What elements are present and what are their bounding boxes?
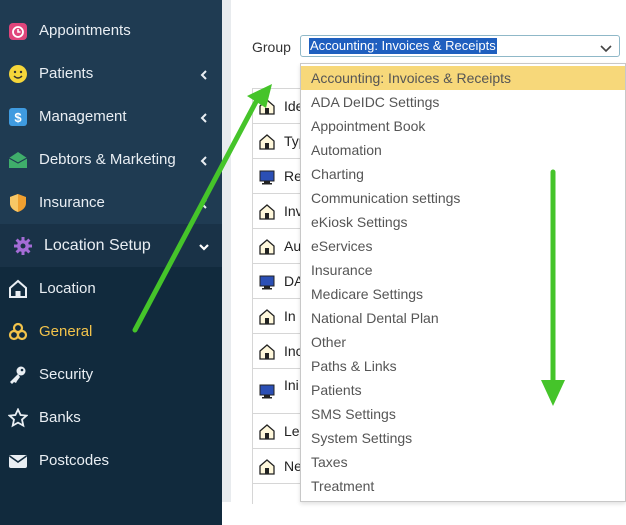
key-icon xyxy=(8,365,28,385)
dropdown-option[interactable]: eServices xyxy=(301,234,625,258)
svg-text:$: $ xyxy=(14,110,22,125)
smiley-icon xyxy=(8,64,28,84)
nav-more-partial[interactable] xyxy=(0,482,222,525)
nav-security[interactable]: Security xyxy=(0,353,222,396)
calendar-icon xyxy=(8,21,28,41)
row-text: Le xyxy=(284,423,300,439)
computer-icon xyxy=(259,383,275,399)
nav-debtors-marketing[interactable]: Debtors & Marketing xyxy=(0,138,222,181)
nav-location-setup-label: Location Setup xyxy=(44,236,151,254)
nav-location[interactable]: Location xyxy=(0,267,222,310)
computer-icon xyxy=(259,274,275,290)
home-icon xyxy=(259,134,275,150)
chevron-left-icon xyxy=(198,68,210,80)
row-text: Ini xyxy=(284,377,299,393)
row-text: Au xyxy=(284,238,302,254)
nav-postcodes[interactable]: Postcodes xyxy=(0,439,222,482)
group-select[interactable]: Accounting: Invoices & Receipts xyxy=(300,35,620,57)
dropdown-option[interactable]: ADA DeIDC Settings xyxy=(301,90,625,114)
dropdown-option[interactable]: Medicare Settings xyxy=(301,282,625,306)
nav-security-label: Security xyxy=(39,366,94,383)
star-icon xyxy=(8,407,28,428)
sidebar: Appointments Patients $ Management Debto… xyxy=(0,0,222,525)
nav-appointments-label: Appointments xyxy=(39,22,131,39)
nav-patients[interactable]: Patients xyxy=(0,52,222,95)
dropdown-option[interactable]: Paths & Links xyxy=(301,354,625,378)
chevron-down-icon xyxy=(600,41,612,53)
envelope-icon xyxy=(8,150,28,170)
dropdown-option[interactable]: Taxes xyxy=(301,450,625,474)
group-dropdown-list[interactable]: Accounting: Invoices & Receipts ADA DeID… xyxy=(300,63,626,502)
nav-appointments[interactable]: Appointments xyxy=(0,9,222,52)
nav-banks-label: Banks xyxy=(39,409,81,426)
dropdown-option[interactable]: Treatment xyxy=(301,474,625,498)
home-icon xyxy=(259,204,275,220)
gear-icon xyxy=(13,236,33,256)
dropdown-option[interactable]: Insurance xyxy=(301,258,625,282)
home-icon xyxy=(8,279,28,299)
dropdown-option[interactable]: Accounting: Invoices & Receipts xyxy=(301,66,625,90)
group-select-value: Accounting: Invoices & Receipts xyxy=(309,38,497,54)
nav-location-setup[interactable]: Location Setup xyxy=(0,224,222,267)
shield-icon xyxy=(8,193,28,213)
dropdown-option[interactable]: Patients xyxy=(301,378,625,402)
dropdown-option[interactable]: National Dental Plan xyxy=(301,306,625,330)
nav-management-label: Management xyxy=(39,108,127,125)
group-label: Group xyxy=(252,39,291,55)
chevron-left-icon xyxy=(198,154,210,166)
nav-insurance-label: Insurance xyxy=(39,194,105,211)
dollar-icon: $ xyxy=(8,107,28,127)
dropdown-option[interactable]: SMS Settings xyxy=(301,402,625,426)
dropdown-option[interactable]: Charting xyxy=(301,162,625,186)
chevron-down-icon xyxy=(198,240,210,252)
home-icon xyxy=(259,344,275,360)
dropdown-option[interactable]: Communication settings xyxy=(301,186,625,210)
dropdown-option[interactable]: Appointment Book xyxy=(301,114,625,138)
nav-location-label: Location xyxy=(39,280,96,297)
home-icon xyxy=(259,239,275,255)
chevron-left-icon xyxy=(198,111,210,123)
panel-divider xyxy=(222,0,231,502)
nav-general-label: General xyxy=(39,323,93,340)
dropdown-option[interactable]: Automation xyxy=(301,138,625,162)
nav-debtors-marketing-label: Debtors & Marketing xyxy=(39,151,176,168)
nav-general[interactable]: General xyxy=(0,310,222,353)
home-icon xyxy=(259,309,275,325)
home-icon xyxy=(259,459,275,475)
nav-patients-label: Patients xyxy=(39,65,94,82)
home-icon xyxy=(259,99,275,115)
nav-postcodes-label: Postcodes xyxy=(39,452,110,469)
computer-icon xyxy=(259,169,275,185)
cogs-icon xyxy=(8,322,28,342)
row-text: In xyxy=(284,308,296,324)
chevron-left-icon xyxy=(198,197,210,209)
nav-management[interactable]: $ Management xyxy=(0,95,222,138)
nav-banks[interactable]: Banks xyxy=(0,396,222,439)
dropdown-option[interactable]: eKiosk Settings xyxy=(301,210,625,234)
dropdown-option[interactable]: Other xyxy=(301,330,625,354)
mail-icon xyxy=(8,451,28,471)
home-icon xyxy=(259,424,275,440)
dropdown-option[interactable]: System Settings xyxy=(301,426,625,450)
nav-insurance[interactable]: Insurance xyxy=(0,181,222,224)
